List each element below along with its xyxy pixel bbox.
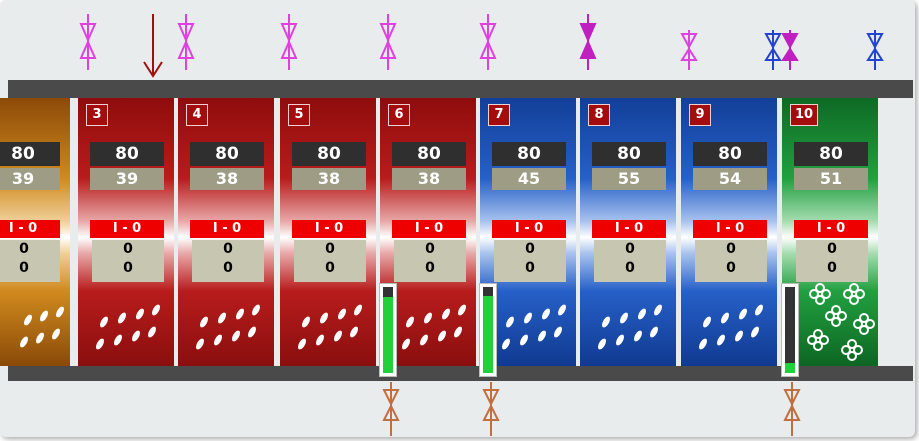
module-5[interactable]: 5 80 38 I - 0 0 0 — [280, 98, 376, 366]
water-drops-icon — [699, 304, 763, 350]
water-drops-icon — [196, 304, 260, 350]
counter-value-1: 0 — [19, 241, 29, 257]
counter-value-2: 0 — [19, 260, 29, 276]
valve-icon[interactable] — [379, 14, 397, 70]
actual-value: 55 — [592, 168, 666, 190]
counter-value-2: 0 — [223, 260, 233, 276]
actual-value: 39 — [90, 168, 164, 190]
water-drops-icon — [598, 304, 662, 350]
counter-box: 0 0 — [0, 240, 60, 282]
module-8[interactable]: 8 80 55 I - 0 0 0 — [580, 98, 676, 366]
level-fill — [785, 362, 795, 373]
valve-bottom-icon[interactable] — [382, 382, 400, 436]
actual-value: 39 — [0, 168, 60, 190]
status-badge: I - 0 — [0, 220, 60, 238]
module-2[interactable]: 80 39 I - 0 0 0 — [0, 98, 70, 366]
module-number-badge: 6 — [388, 104, 410, 126]
counter-value-1: 0 — [325, 241, 335, 257]
counter-box: 0 0 — [594, 240, 666, 282]
level-fill — [483, 295, 493, 373]
counter-box: 0 0 — [494, 240, 566, 282]
status-badge: I - 0 — [794, 220, 868, 238]
modules-row: 80 39 I - 0 0 0 3 80 39 I - 0 0 0 4 80 3 — [0, 98, 888, 366]
valve-icon[interactable] — [680, 30, 698, 70]
actual-value: 38 — [292, 168, 366, 190]
status-badge: I - 0 — [392, 220, 466, 238]
module-4[interactable]: 4 80 38 I - 0 0 0 — [178, 98, 274, 366]
counter-value-1: 0 — [425, 241, 435, 257]
top-rail — [8, 80, 913, 98]
bottom-rail — [8, 366, 913, 381]
counter-value-1: 0 — [123, 241, 133, 257]
valve-bottom-icon[interactable] — [482, 382, 500, 436]
valve-icon[interactable] — [280, 14, 298, 70]
status-badge: I - 0 — [592, 220, 666, 238]
process-panel: 80 39 I - 0 0 0 3 80 39 I - 0 0 0 4 80 3 — [0, 0, 915, 437]
valve-active-icon[interactable] — [781, 30, 799, 70]
status-badge: I - 0 — [190, 220, 264, 238]
module-number-badge: 3 — [86, 104, 108, 126]
water-drops-icon — [298, 304, 362, 350]
counter-box: 0 0 — [192, 240, 264, 282]
counter-value-1: 0 — [223, 241, 233, 257]
counter-value-2: 0 — [726, 260, 736, 276]
actual-value: 51 — [794, 168, 868, 190]
actual-value: 38 — [392, 168, 466, 190]
counter-box: 0 0 — [294, 240, 366, 282]
counter-value-1: 0 — [827, 241, 837, 257]
counter-box: 0 0 — [695, 240, 767, 282]
setpoint-value: 80 — [492, 142, 566, 166]
level-gauge — [781, 283, 799, 377]
setpoint-value: 80 — [794, 142, 868, 166]
valve-active-icon[interactable] — [579, 14, 597, 70]
status-badge: I - 0 — [292, 220, 366, 238]
module-number-badge: 4 — [186, 104, 208, 126]
setpoint-value: 80 — [292, 142, 366, 166]
valve-icon[interactable] — [177, 14, 195, 70]
counter-value-2: 0 — [425, 260, 435, 276]
level-gauge — [379, 283, 397, 377]
level-fill — [383, 297, 393, 373]
actual-value: 45 — [492, 168, 566, 190]
actual-value: 54 — [693, 168, 767, 190]
module-number-badge: 5 — [288, 104, 310, 126]
valve-bottom-icon[interactable] — [783, 382, 801, 436]
status-badge: I - 0 — [492, 220, 566, 238]
counter-value-2: 0 — [325, 260, 335, 276]
counter-value-1: 0 — [625, 241, 635, 257]
valve-icon[interactable] — [79, 14, 97, 70]
module-number-badge: 10 — [790, 104, 818, 126]
setpoint-value: 80 — [592, 142, 666, 166]
setpoint-value: 80 — [190, 142, 264, 166]
water-drops-icon — [20, 306, 64, 348]
setpoint-value: 80 — [90, 142, 164, 166]
setpoint-value: 80 — [0, 142, 60, 166]
water-drops-icon — [96, 304, 160, 350]
counter-value-2: 0 — [123, 260, 133, 276]
counter-box: 0 0 — [394, 240, 466, 282]
setpoint-value: 80 — [693, 142, 767, 166]
counter-box: 0 0 — [92, 240, 164, 282]
status-badge: I - 0 — [693, 220, 767, 238]
actual-value: 38 — [190, 168, 264, 190]
counter-value-2: 0 — [625, 260, 635, 276]
module-number-badge: 9 — [689, 104, 711, 126]
module-number-badge: 8 — [588, 104, 610, 126]
setpoint-value: 80 — [392, 142, 466, 166]
module-number-badge: 7 — [488, 104, 510, 126]
counter-value-2: 0 — [525, 260, 535, 276]
valve-blue-icon[interactable] — [866, 30, 884, 70]
valve-icon[interactable] — [479, 14, 497, 70]
status-badge: I - 0 — [90, 220, 164, 238]
counter-value-1: 0 — [525, 241, 535, 257]
down-arrow-icon — [143, 14, 163, 78]
module-3[interactable]: 3 80 39 I - 0 0 0 — [78, 98, 174, 366]
valve-blue-icon[interactable] — [764, 30, 782, 70]
module-9[interactable]: 9 80 54 I - 0 0 0 — [681, 98, 777, 366]
level-gauge — [479, 283, 497, 377]
counter-value-1: 0 — [726, 241, 736, 257]
